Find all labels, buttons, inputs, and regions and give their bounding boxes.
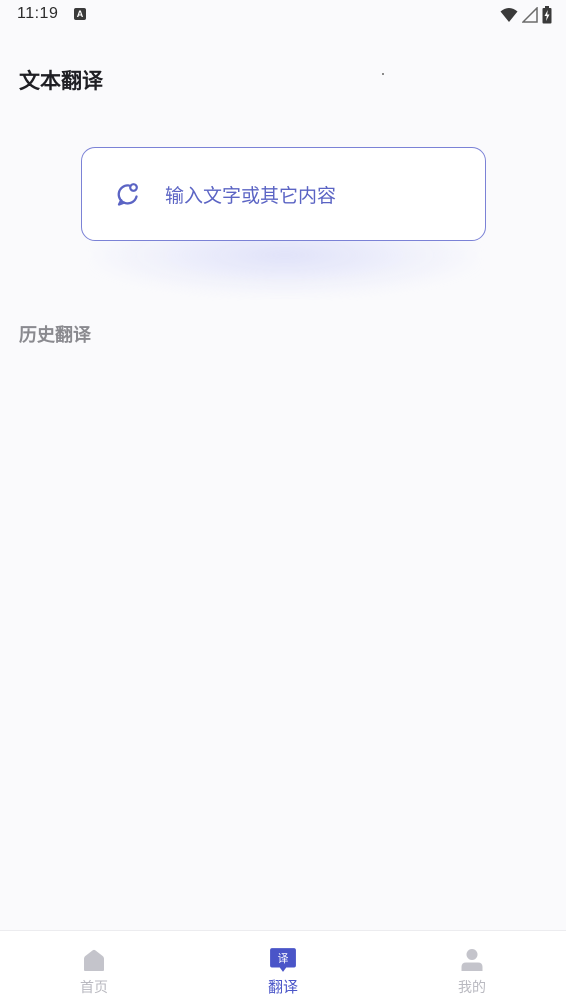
home-icon [84,949,104,971]
decorative-dot [382,73,384,75]
history-section-title: 历史翻译 [19,325,91,346]
nav-tab-translate[interactable]: 译 翻译 [223,931,343,1008]
system-icons [500,5,552,25]
bottom-navigation: 首页 译 翻译 我的 [0,930,566,1008]
nav-tab-home[interactable]: 首页 [34,931,154,1008]
battery-charging-icon [542,6,552,24]
chat-bubble-icon [117,183,138,206]
nav-label-home: 首页 [80,980,108,996]
nav-label-translate: 翻译 [267,978,298,996]
page-title: 文本翻译 [19,69,103,93]
input-placeholder: 输入文字或其它内容 [165,185,337,207]
nav-tab-me[interactable]: 我的 [412,931,532,1008]
nav-label-me: 我的 [458,980,486,996]
status-time: 11:19 [17,5,59,22]
status-bar: 11:19 A [0,0,566,30]
translate-icon: 译 [270,948,296,972]
text-input-card[interactable]: 输入文字或其它内容 [81,147,486,241]
wifi-icon [500,8,518,22]
user-icon [461,949,483,971]
accessibility-notification-icon: A [74,8,86,20]
signal-icon [522,7,538,23]
app-screen: 11:19 A 文本翻译 输入文字或其它内容 历史翻译 首页 译 翻译 我的 [0,0,566,1008]
svg-text:译: 译 [278,952,289,965]
